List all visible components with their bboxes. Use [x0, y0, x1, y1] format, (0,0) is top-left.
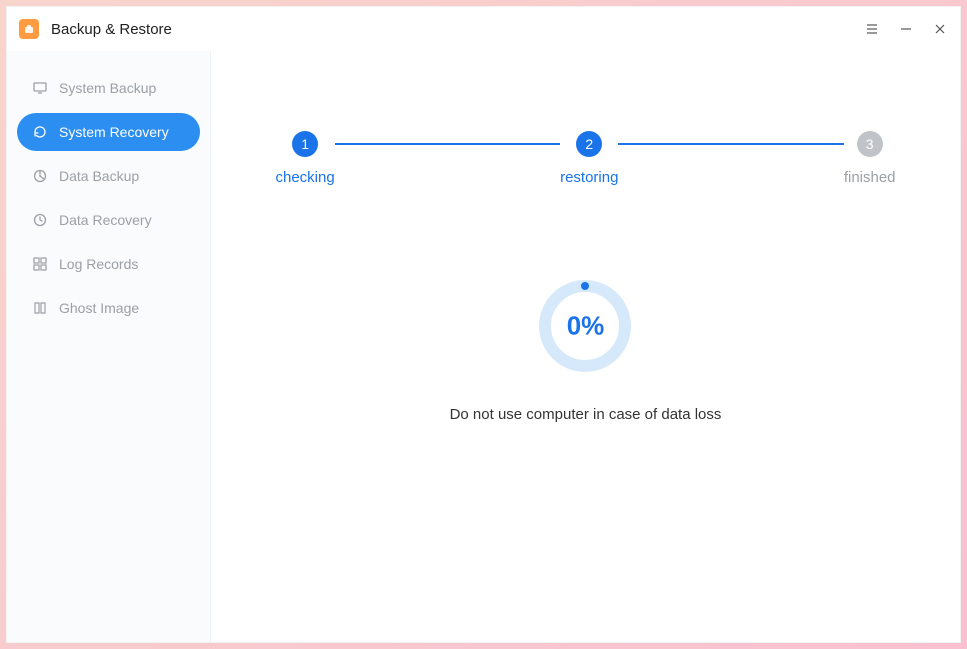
sidebar: System Backup System Recovery Data Backu…	[7, 51, 211, 642]
sidebar-item-ghost-image[interactable]: Ghost Image	[17, 289, 200, 327]
step-connector	[335, 143, 560, 145]
step-label: checking	[276, 169, 335, 186]
grid-icon	[31, 255, 49, 273]
menu-icon[interactable]	[864, 21, 880, 37]
sidebar-item-data-recovery[interactable]: Data Recovery	[17, 201, 200, 239]
step-restoring: 2 restoring	[560, 131, 618, 186]
titlebar: Backup & Restore	[7, 7, 960, 51]
sidebar-item-system-recovery[interactable]: System Recovery	[17, 113, 200, 151]
step-number: 1	[292, 131, 318, 157]
main-content: 1 checking 2 restoring 3 finished	[211, 51, 960, 642]
step-label: finished	[844, 169, 896, 186]
sidebar-item-label: System Backup	[59, 80, 156, 96]
monitor-icon	[31, 79, 49, 97]
progress-steps: 1 checking 2 restoring 3 finished	[276, 131, 896, 186]
step-connector	[618, 143, 843, 145]
progress-percentage: 0%	[567, 311, 605, 342]
step-number: 2	[576, 131, 602, 157]
piechart-icon	[31, 167, 49, 185]
sidebar-item-label: System Recovery	[59, 124, 169, 140]
step-label: restoring	[560, 169, 618, 186]
progress-ring: 0%	[535, 276, 635, 376]
progress-area: 0% Do not use computer in case of data l…	[450, 276, 722, 423]
app-body: System Backup System Recovery Data Backu…	[7, 51, 960, 642]
window-controls	[864, 21, 948, 37]
app-title: Backup & Restore	[51, 21, 172, 38]
close-button[interactable]	[932, 21, 948, 37]
warning-message: Do not use computer in case of data loss	[450, 406, 722, 423]
refresh-icon	[31, 123, 49, 141]
app-window: Backup & Restore System Backup	[6, 6, 961, 643]
sidebar-item-system-backup[interactable]: System Backup	[17, 69, 200, 107]
book-icon	[31, 299, 49, 317]
progress-indicator-dot	[581, 282, 589, 290]
sidebar-item-label: Data Recovery	[59, 212, 152, 228]
sidebar-item-label: Log Records	[59, 256, 138, 272]
sidebar-item-label: Ghost Image	[59, 300, 139, 316]
sidebar-item-data-backup[interactable]: Data Backup	[17, 157, 200, 195]
step-checking: 1 checking	[276, 131, 335, 186]
clock-icon	[31, 211, 49, 229]
app-icon	[19, 19, 39, 39]
sidebar-item-log-records[interactable]: Log Records	[17, 245, 200, 283]
step-finished: 3 finished	[844, 131, 896, 186]
step-number: 3	[857, 131, 883, 157]
minimize-button[interactable]	[898, 21, 914, 37]
sidebar-item-label: Data Backup	[59, 168, 139, 184]
